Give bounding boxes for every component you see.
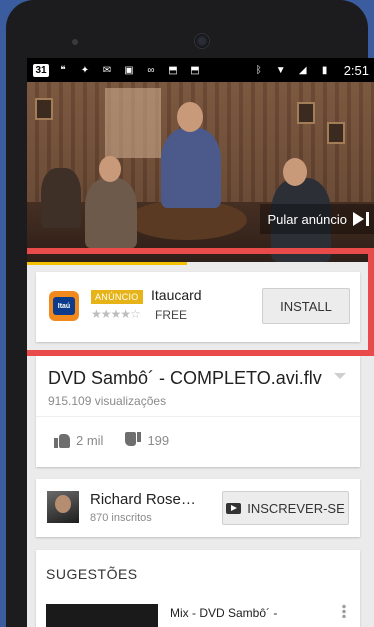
channel-avatar[interactable]	[47, 491, 79, 523]
video-person	[161, 128, 221, 208]
rating-stars-icon: ★★★★☆	[91, 307, 141, 321]
proximity-sensor	[72, 39, 78, 45]
channel-card: Richard Rose… 870 inscritos INSCREVER-SE	[36, 479, 360, 537]
video-wall-frame	[327, 122, 345, 144]
suggestions-card: SUGESTÕES Mix - DVD Sambô´ -	[36, 550, 360, 627]
video-info-card: DVD Sambô´ - COMPLETO.avi.flv 915.109 vi…	[36, 356, 360, 467]
more-vert-icon[interactable]	[342, 604, 346, 618]
ad-badge: ANÚNCIO	[91, 290, 143, 304]
image-icon: ▣	[124, 64, 134, 76]
video-person-head	[99, 156, 121, 182]
thumbs-up-icon[interactable]	[54, 432, 70, 448]
video-window	[105, 88, 161, 158]
status-bar: 31 ❝ ✦ ✉ ▣ ∞ ⬒ ⬒ ᛒ ▼ ◢ ▮ 2:51	[27, 58, 374, 82]
suggestions-heading: SUGESTÕES	[46, 566, 138, 582]
ad-price: FREE	[155, 308, 188, 322]
thumbs-down-icon[interactable]	[125, 432, 141, 448]
voicemail-icon: ∞	[147, 64, 155, 76]
bluetooth-icon: ᛒ	[255, 64, 262, 76]
wifi-icon: ▼	[275, 64, 286, 76]
ad-app-name: Itaucard	[151, 287, 202, 303]
ad-progress-bar	[27, 262, 188, 265]
skip-next-icon	[353, 212, 369, 226]
subscribe-button[interactable]: INSCREVER-SE	[222, 491, 349, 525]
video-person-head	[283, 158, 307, 186]
shopping-bag-icon: ⬒	[190, 64, 200, 76]
signal-icon: ◢	[298, 64, 307, 76]
skip-ad-label: Pular anúncio	[267, 211, 348, 227]
twitter-icon: ✦	[80, 64, 90, 76]
view-count: 915.109 visualizações	[48, 394, 167, 408]
youtube-icon	[226, 502, 242, 514]
video-title: DVD Sambô´ - COMPLETO.avi.flv	[48, 368, 322, 388]
battery-icon: ▮	[321, 64, 328, 76]
like-dislike-row: 2 mil 199	[54, 432, 169, 448]
itau-logo: Itaú	[49, 291, 79, 321]
video-wall-frame	[35, 98, 53, 120]
video-person-head	[177, 102, 203, 132]
calendar-icon: 31	[33, 63, 49, 77]
install-button[interactable]: INSTALL	[262, 288, 350, 324]
subscribe-label: INSCREVER-SE	[247, 500, 345, 516]
status-right: ᛒ ▼ ◢ ▮ 2:51	[251, 63, 369, 78]
subscriber-count: 870 inscritos	[90, 512, 152, 524]
front-camera	[194, 33, 210, 49]
screen: 31 ❝ ✦ ✉ ▣ ∞ ⬒ ⬒ ᛒ ▼ ◢ ▮ 2:51 Pular anún…	[27, 58, 374, 627]
like-count: 2 mil	[76, 432, 104, 448]
hangouts-icon: ❝	[60, 64, 66, 76]
video-person	[85, 178, 137, 248]
dislike-count: 199	[147, 432, 170, 448]
channel-name[interactable]: Richard Rose…	[90, 491, 196, 508]
gmail-icon: ✉	[102, 64, 112, 76]
video-person	[41, 168, 81, 228]
phone-top-bezel	[6, 0, 368, 58]
skip-ad-button[interactable]: Pular anúncio	[259, 204, 374, 234]
video-wall-frame	[297, 102, 315, 124]
video-player[interactable]: Pular anúncio	[27, 82, 374, 262]
shopping-bag-icon: ⬒	[168, 64, 178, 76]
clock: 2:51	[343, 62, 369, 78]
ad-card[interactable]: Itaú ANÚNCIO Itaucard ★★★★☆ FREE INSTALL	[36, 272, 360, 342]
expand-chevron-icon[interactable]	[334, 373, 346, 379]
suggestion-thumbnail[interactable]	[46, 604, 158, 627]
divider	[36, 416, 360, 417]
suggestion-title[interactable]: Mix - DVD Sambô´ -	[170, 606, 277, 620]
